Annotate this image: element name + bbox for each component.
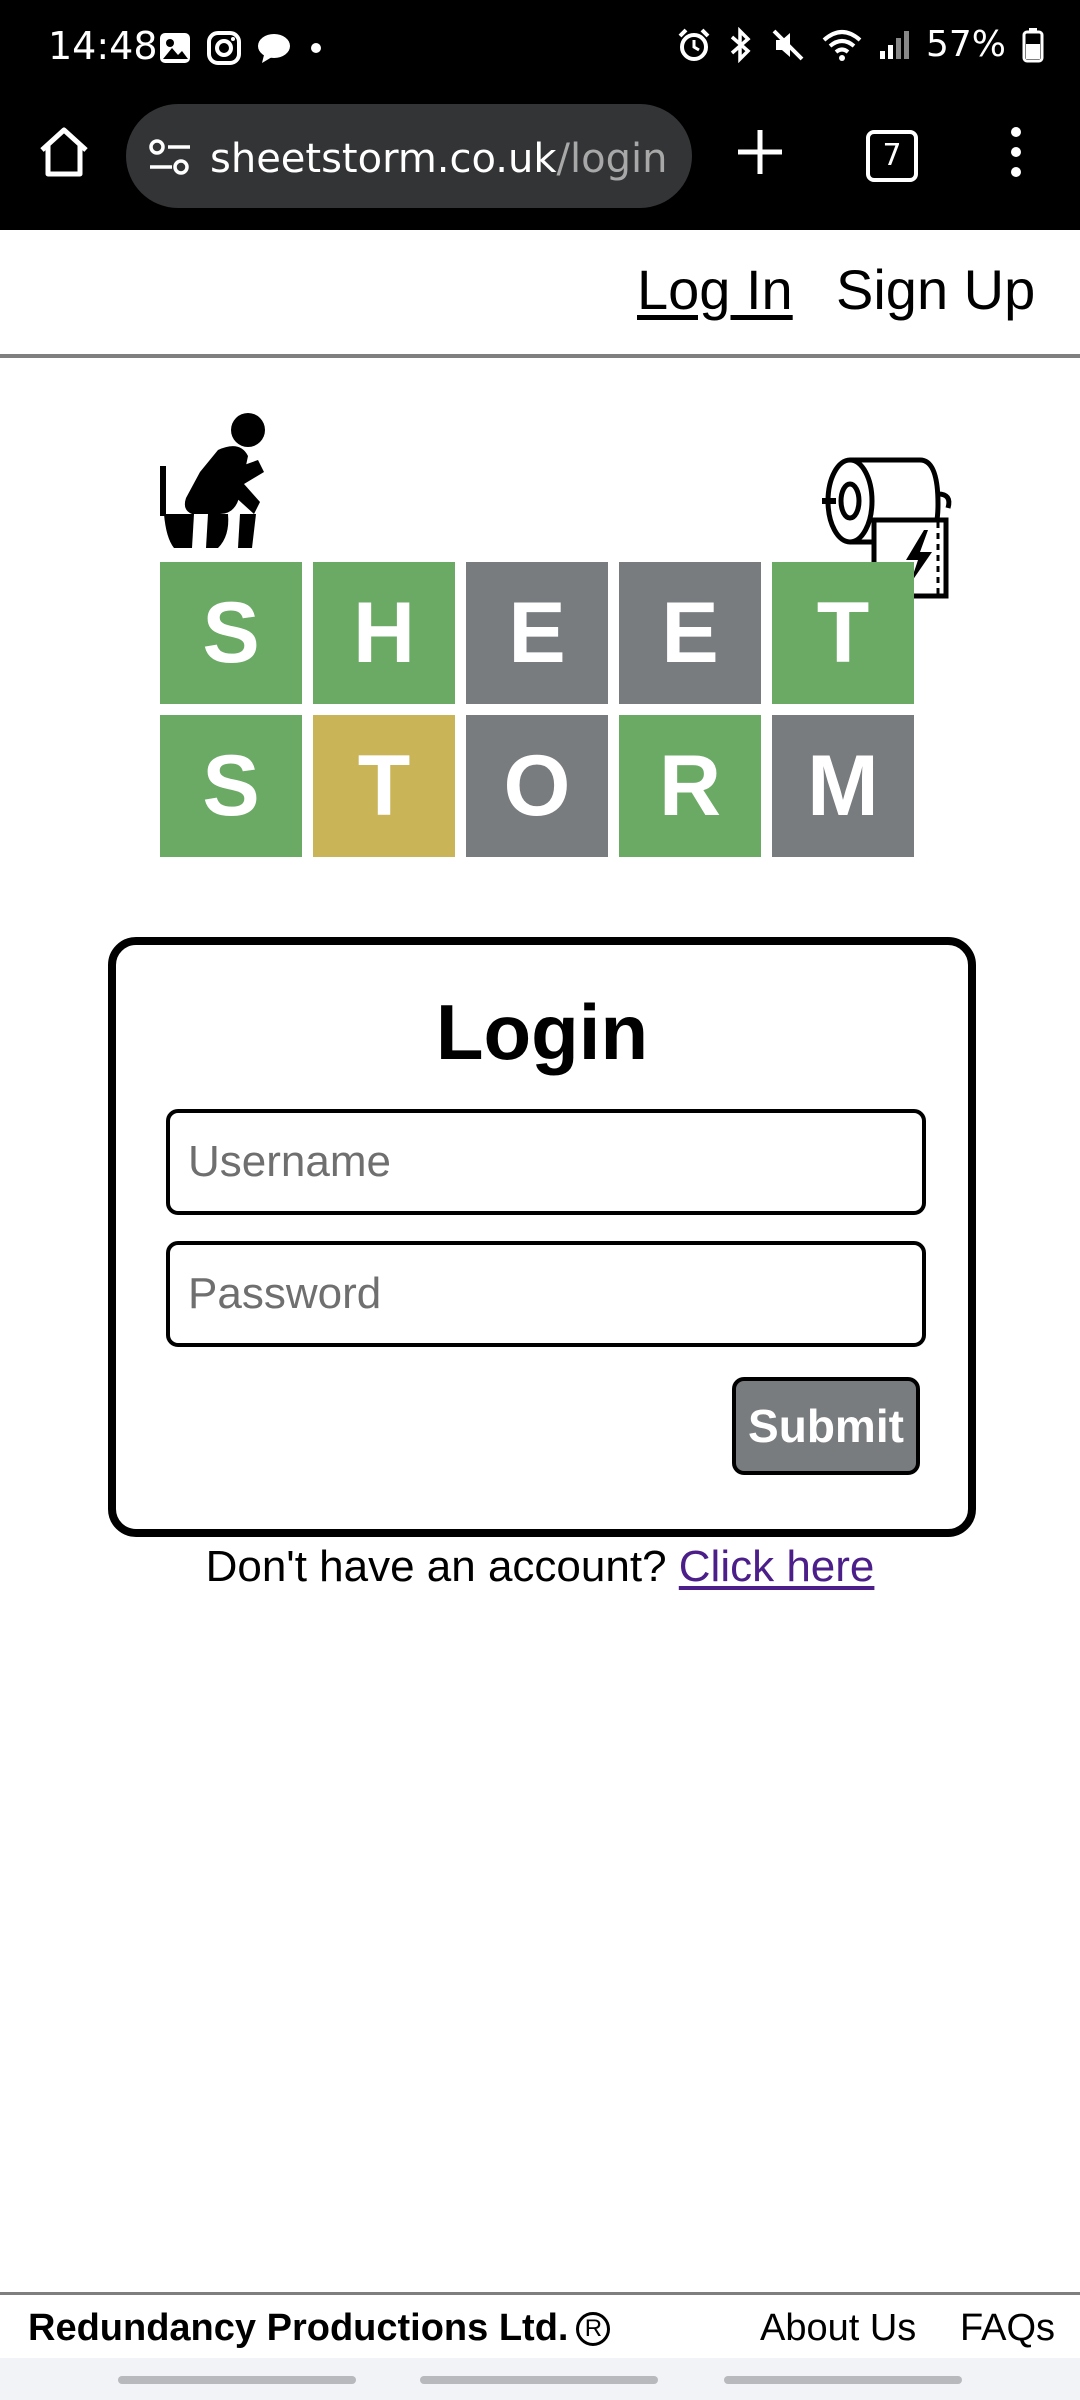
status-time: 14:48 [48, 24, 158, 68]
username-input[interactable] [170, 1113, 922, 1211]
battery-percent: 57% [925, 24, 1006, 65]
url-domain: sheetstorm.co.uk [210, 136, 557, 182]
logo-tile-8: O [466, 715, 608, 857]
logo-tile-10: M [772, 715, 914, 857]
tile-letter: T [357, 737, 411, 834]
home-icon[interactable] [36, 124, 92, 180]
alarm-icon [676, 27, 712, 63]
signup-click-here-link[interactable]: Click here [679, 1542, 875, 1591]
gesture-bar [0, 2358, 1080, 2400]
tab-switcher-button[interactable]: 7 [866, 130, 918, 182]
submit-button[interactable]: Submit [732, 1377, 920, 1475]
password-field[interactable] [166, 1241, 926, 1347]
thinker-on-toilet-icon [160, 410, 280, 565]
nav-signup-link[interactable]: Sign Up [836, 257, 1035, 322]
status-bar: 14:48 57% [0, 0, 1080, 96]
gesture-handle[interactable] [118, 2376, 356, 2384]
gallery-icon [158, 31, 192, 65]
tile-letter: T [816, 584, 870, 681]
tile-letter: S [202, 584, 260, 681]
site-nav: Log In Sign Up [0, 230, 1080, 358]
site-footer: Redundancy Productions Ltd. R About Us F… [0, 2292, 1080, 2359]
registered-mark-icon: R [576, 2311, 611, 2346]
chat-icon [256, 31, 292, 65]
address-bar[interactable]: sheetstorm.co.uk/login [126, 104, 692, 208]
instagram-icon [206, 30, 242, 66]
new-tab-icon[interactable] [734, 126, 786, 183]
gesture-handle[interactable] [420, 2376, 658, 2384]
battery-icon [1022, 27, 1044, 63]
logo-tile-3: E [466, 562, 608, 704]
signal-icon [878, 29, 910, 61]
company-name: Redundancy Productions Ltd. [28, 2307, 569, 2349]
sheetstorm-logo: S H E E T S T O R M [160, 410, 980, 870]
more-menu-icon[interactable] [1004, 126, 1028, 183]
logo-tile-5: T [772, 562, 914, 704]
username-field[interactable] [166, 1109, 926, 1215]
nav-login-link[interactable]: Log In [637, 257, 793, 322]
logo-tile-2: H [313, 562, 455, 704]
tile-letter: R [658, 737, 722, 834]
dot-icon [306, 38, 326, 58]
password-input[interactable] [170, 1245, 922, 1343]
logo-tile-9: R [619, 715, 761, 857]
site-settings-icon[interactable] [148, 138, 192, 181]
tile-letter: O [503, 737, 571, 834]
system-status: 57% [676, 24, 1044, 65]
logo-tile-7: T [313, 715, 455, 857]
tile-letter: H [352, 584, 416, 681]
bluetooth-icon [728, 26, 754, 63]
tile-letter: E [661, 584, 719, 681]
wifi-icon [822, 28, 862, 62]
url-path: /login [556, 136, 668, 182]
login-title: Login [435, 988, 649, 1076]
tile-letter: S [202, 737, 260, 834]
logo-tile-4: E [619, 562, 761, 704]
login-card: Login Submit [108, 937, 976, 1537]
gesture-handle[interactable] [724, 2376, 962, 2384]
signup-prompt-text: Don't have an account? [205, 1542, 667, 1591]
browser-toolbar: sheetstorm.co.uk/login 7 [0, 96, 1080, 230]
logo-tile-1: S [160, 562, 302, 704]
footer-about-link[interactable]: About Us [760, 2307, 916, 2350]
notification-icons [158, 30, 326, 66]
footer-faqs-link[interactable]: FAQs [960, 2307, 1055, 2350]
tile-letter: M [807, 737, 879, 834]
footer-company: Redundancy Productions Ltd. R [28, 2307, 611, 2350]
logo-tile-6: S [160, 715, 302, 857]
tile-letter: E [508, 584, 566, 681]
signup-prompt: Don't have an account? Click here [0, 1542, 1080, 1592]
mute-icon [770, 27, 806, 63]
url-text: sheetstorm.co.uk/login [210, 136, 667, 182]
